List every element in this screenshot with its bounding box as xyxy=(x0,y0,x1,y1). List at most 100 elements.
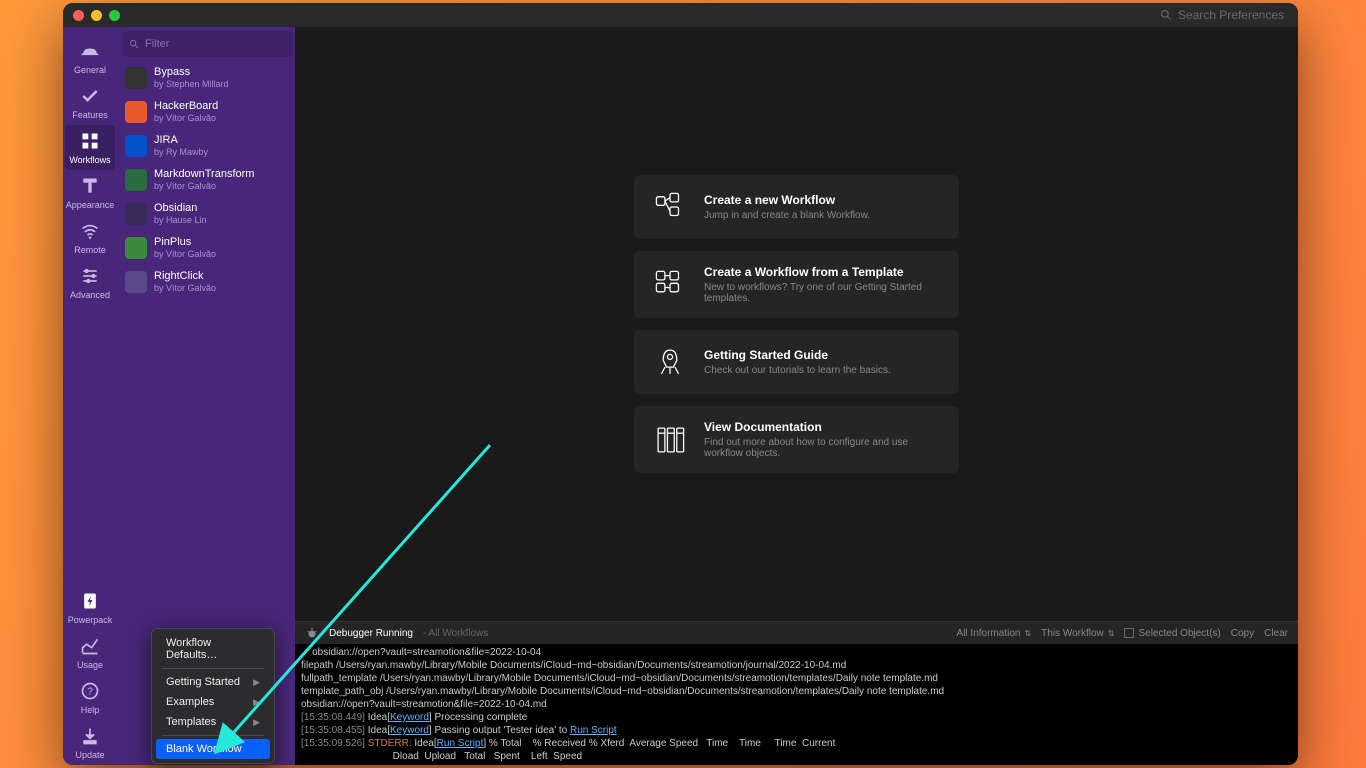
workflow-name: Bypass xyxy=(154,66,229,79)
filter-input[interactable] xyxy=(145,38,287,50)
chevron-right-icon: ▶ xyxy=(253,717,260,728)
nav-label: Remote xyxy=(74,245,106,255)
nav-update[interactable]: Update xyxy=(65,720,115,765)
nav-label: Features xyxy=(72,110,108,120)
card-title: Create a Workflow from a Template xyxy=(704,265,941,279)
card-desc: Check out our tutorials to learn the bas… xyxy=(704,365,891,376)
workflow-author: by Vítor Galvão xyxy=(154,249,216,260)
nav-label: Workflows xyxy=(69,155,110,165)
menu-separator xyxy=(162,668,264,669)
context-menu-item[interactable]: Blank Workflow xyxy=(156,739,270,759)
download-icon xyxy=(79,725,101,747)
template-icon xyxy=(652,267,688,303)
workflow-author: by Vítor Galvão xyxy=(154,181,254,192)
workflow-name: HackerBoard xyxy=(154,100,218,113)
card-title: Getting Started Guide xyxy=(704,348,891,362)
workflow-author: by Vítor Galvão xyxy=(154,283,216,294)
debugger-selected-toggle[interactable]: Selected Object(s) xyxy=(1124,628,1220,639)
nav-help[interactable]: ? Help xyxy=(65,675,115,720)
card-title: Create a new Workflow xyxy=(704,193,870,207)
workflow-item-icon xyxy=(125,203,147,225)
window-controls xyxy=(73,10,120,21)
grid-icon xyxy=(79,130,101,152)
card-docs[interactable]: View DocumentationFind out more about ho… xyxy=(634,406,959,473)
workflow-item[interactable]: JIRAby Ry Mawby xyxy=(117,129,295,163)
nav-label: Powerpack xyxy=(68,615,113,625)
workflow-item-icon xyxy=(125,101,147,123)
minimize-window-button[interactable] xyxy=(91,10,102,21)
workflow-item-icon xyxy=(125,271,147,293)
debugger-panel: Debugger Running - All Workflows All Inf… xyxy=(295,621,1298,765)
workflow-name: PinPlus xyxy=(154,236,216,249)
nav-label: Appearance xyxy=(66,200,115,210)
help-icon: ? xyxy=(79,680,101,702)
chevron-right-icon: ▶ xyxy=(253,677,260,688)
hat-icon xyxy=(79,40,101,62)
workflow-canvas: Create a new Workflow Jump in and create … xyxy=(295,27,1298,765)
context-menu-item[interactable]: Workflow Defaults… xyxy=(156,633,270,665)
card-desc: Jump in and create a blank Workflow. xyxy=(704,210,870,221)
nav-remote[interactable]: Remote xyxy=(65,215,115,260)
nav-label: Advanced xyxy=(70,290,110,300)
card-guide[interactable]: Getting Started Guide Check out our tutor… xyxy=(634,330,959,394)
card-template[interactable]: Create a Workflow from a Template New to … xyxy=(634,251,959,318)
menu-separator xyxy=(162,735,264,736)
brush-icon xyxy=(79,175,101,197)
add-workflow-context-menu: Workflow Defaults… Getting Started▶Exampl… xyxy=(151,628,275,764)
nav-advanced[interactable]: Advanced xyxy=(65,260,115,305)
card-create-workflow[interactable]: Create a new Workflow Jump in and create … xyxy=(634,175,959,239)
nav-workflows[interactable]: Workflows xyxy=(65,125,115,170)
filter-bar[interactable] xyxy=(123,31,293,57)
zoom-window-button[interactable] xyxy=(109,10,120,21)
debugger-info-select[interactable]: All Information ⇅ xyxy=(957,628,1032,639)
card-desc: New to workflows? Try one of our Getting… xyxy=(704,282,941,304)
workflow-item[interactable]: PinPlusby Vítor Galvão xyxy=(117,231,295,265)
bug-icon xyxy=(305,626,319,640)
workflow-name: RightClick xyxy=(154,270,216,283)
nav-usage[interactable]: Usage xyxy=(65,630,115,675)
workflow-name: MarkdownTransform xyxy=(154,168,254,181)
workflow-icon xyxy=(652,189,688,225)
workflow-item-icon xyxy=(125,67,147,89)
debugger-bar: Debugger Running - All Workflows All Inf… xyxy=(295,622,1298,644)
workflow-item[interactable]: HackerBoardby Vítor Galvão xyxy=(117,95,295,129)
debugger-scope-label: - All Workflows xyxy=(423,628,488,639)
close-window-button[interactable] xyxy=(73,10,84,21)
workflow-item[interactable]: MarkdownTransformby Vítor Galvão xyxy=(117,163,295,197)
nav-general[interactable]: General xyxy=(65,35,115,80)
nav-appearance[interactable]: Appearance xyxy=(65,170,115,215)
debug-output[interactable]: obsidian://open?vault=streamotion&file=2… xyxy=(295,644,1298,765)
search-preferences[interactable]: Search Preferences xyxy=(1160,8,1284,22)
sidebar-nav: General Features Workflows Appearance Re… xyxy=(63,27,117,765)
card-desc: Find out more about how to configure and… xyxy=(704,437,941,459)
context-menu-item[interactable]: Examples▶ xyxy=(156,692,270,712)
context-menu-item[interactable]: Getting Started▶ xyxy=(156,672,270,692)
sliders-icon xyxy=(79,265,101,287)
workflow-item-icon xyxy=(125,169,147,191)
welcome-cards: Create a new Workflow Jump in and create … xyxy=(295,27,1298,621)
workflow-item[interactable]: RightClickby Vítor Galvão xyxy=(117,265,295,299)
workflow-author: by Stephen Millard xyxy=(154,79,229,90)
debugger-status: Debugger Running xyxy=(329,628,413,639)
nav-powerpack[interactable]: Powerpack xyxy=(65,585,115,630)
workflow-item[interactable]: Obsidianby Hause Lin xyxy=(117,197,295,231)
debugger-clear-button[interactable]: Clear xyxy=(1264,628,1288,639)
workflow-item-icon xyxy=(125,237,147,259)
bolt-icon xyxy=(79,590,101,612)
checkbox-icon xyxy=(1124,628,1134,638)
debugger-copy-button[interactable]: Copy xyxy=(1231,628,1254,639)
nav-features[interactable]: Features xyxy=(65,80,115,125)
svg-text:?: ? xyxy=(87,686,93,697)
chart-icon xyxy=(79,635,101,657)
search-icon xyxy=(129,39,140,50)
nav-label: Update xyxy=(75,750,104,760)
context-menu-item[interactable]: Templates▶ xyxy=(156,712,270,732)
workflow-name: Obsidian xyxy=(154,202,207,215)
workflow-author: by Vítor Galvão xyxy=(154,113,218,124)
workflow-item-icon xyxy=(125,135,147,157)
debugger-scope-select[interactable]: This Workflow ⇅ xyxy=(1041,628,1114,639)
nav-label: General xyxy=(74,65,106,75)
books-icon xyxy=(652,422,688,458)
titlebar: Search Preferences xyxy=(63,3,1298,27)
workflow-item[interactable]: Bypassby Stephen Millard xyxy=(117,61,295,95)
